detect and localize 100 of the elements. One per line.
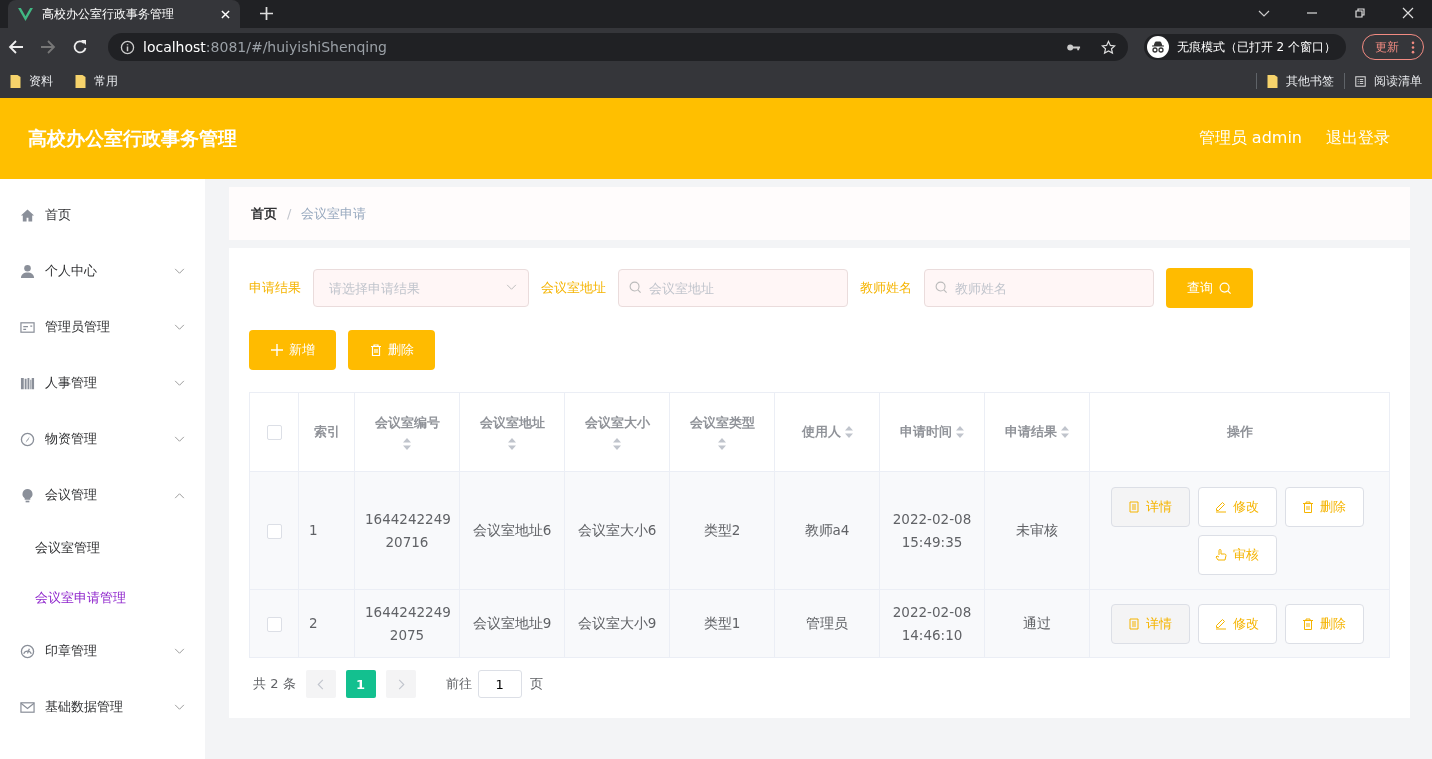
table-cell: 会议室大小6	[577, 522, 657, 538]
column-header: 会议室地址	[459, 392, 565, 472]
hand-icon	[1215, 548, 1227, 561]
page-suffix: 页	[529, 675, 543, 693]
page-input[interactable]: 1	[477, 670, 522, 698]
sort-icon[interactable]	[613, 438, 621, 450]
total-count: 共 2 条	[253, 675, 296, 693]
incognito-icon	[1146, 36, 1169, 58]
column-header: 会议室大小	[564, 392, 670, 472]
mail-icon	[20, 699, 35, 715]
sidebar-item[interactable]: 个人中心	[0, 243, 205, 299]
chevron-down-icon	[174, 267, 185, 275]
table-cell: 会议室地址9	[472, 615, 552, 631]
bulb-icon	[20, 487, 35, 503]
bookmark[interactable]: 其他书签	[1267, 72, 1334, 90]
table-cell: 未审核	[1016, 522, 1058, 538]
reading-list[interactable]: 阅读清单	[1355, 72, 1422, 90]
table-cell: 2022-02-08 14:46:10	[892, 603, 972, 643]
chevron-down-icon	[174, 323, 185, 331]
table-cell: 会议室地址6	[472, 522, 552, 538]
forward-arrow-icon[interactable]	[40, 39, 56, 55]
sort-icon[interactable]	[403, 438, 411, 450]
user-label: 管理员 admin	[1198, 128, 1302, 149]
more-icon[interactable]	[1411, 40, 1415, 54]
checkbox[interactable]	[266, 425, 282, 440]
column-header: 申请时间	[879, 392, 985, 472]
checkbox[interactable]	[266, 523, 282, 539]
back-arrow-icon[interactable]	[8, 39, 24, 55]
compass-icon	[20, 431, 35, 447]
sidebar-subitem[interactable]: 会议室申请管理	[0, 573, 205, 623]
breadcrumb-separator: /	[287, 206, 292, 221]
info-icon	[120, 39, 135, 55]
sort-icon[interactable]	[508, 438, 516, 450]
search-field[interactable]: 教师姓名	[924, 269, 1154, 307]
sidebar-item[interactable]: 物资管理	[0, 411, 205, 467]
table-cell: 2	[309, 615, 318, 631]
sort-icon[interactable]	[844, 426, 853, 438]
sort-icon[interactable]	[718, 438, 726, 450]
pencil-icon	[1215, 500, 1227, 513]
star-icon[interactable]	[1100, 39, 1116, 55]
incognito-badge[interactable]: 无痕模式（已打开 2 个窗口）	[1143, 34, 1346, 60]
chevron-right-icon	[396, 678, 405, 690]
trash-icon	[1302, 500, 1314, 513]
search-icon	[1219, 281, 1232, 295]
checkbox[interactable]	[266, 616, 282, 632]
filter-label: 会议室地址	[541, 279, 606, 297]
list-icon	[1355, 74, 1366, 88]
bookmark[interactable]: 常用	[75, 72, 118, 90]
browser-tab[interactable]: 高校办公室行政事务管理	[8, 0, 240, 28]
sidebar-subitem[interactable]: 会议室管理	[0, 523, 205, 573]
sidebar-item[interactable]: 人事管理	[0, 355, 205, 411]
filter-label: 申请结果	[249, 279, 301, 297]
id-card-icon	[20, 319, 35, 335]
chevron-up-icon	[174, 491, 185, 499]
column-header: 索引	[298, 392, 355, 472]
column-header: 会议室编号	[354, 392, 460, 472]
app-title: 高校办公室行政事务管理	[28, 125, 237, 151]
books-icon	[20, 375, 35, 391]
sort-icon[interactable]	[956, 426, 964, 438]
address-bar[interactable]: localhost:8081/#/huiyishiShenqing	[108, 33, 1128, 61]
search-field[interactable]: 会议室地址	[618, 269, 848, 307]
restore-icon[interactable]	[1354, 7, 1366, 19]
document-icon	[1128, 500, 1140, 513]
trash-icon	[1302, 617, 1314, 630]
filter-label: 教师姓名	[860, 279, 912, 297]
pencil-icon	[1215, 617, 1227, 630]
search-icon	[629, 281, 642, 294]
table-cell: 类型1	[703, 615, 741, 631]
sidebar-item[interactable]: 基础数据管理	[0, 679, 205, 735]
chevron-down-icon	[174, 379, 185, 387]
close-icon[interactable]	[1402, 7, 1414, 19]
column-header: 操作	[1089, 392, 1390, 472]
table-cell: 类型2	[703, 522, 741, 538]
table-cell: 1644242249 2075	[365, 603, 451, 643]
table-cell: 会议室大小9	[577, 615, 657, 631]
select-field[interactable]: 请选择申请结果	[313, 269, 529, 307]
table-cell: 1	[309, 522, 318, 538]
breadcrumb-item[interactable]: 首页	[251, 204, 277, 223]
sidebar-item[interactable]: 会议管理	[0, 467, 205, 523]
sort-icon[interactable]	[1061, 426, 1069, 438]
home-icon	[20, 207, 35, 223]
trash-icon	[369, 344, 382, 356]
folder-icon	[75, 74, 86, 88]
table-cell: 2022-02-08 15:49:35	[892, 510, 972, 550]
chevron-down-icon	[174, 703, 185, 711]
table-cell: 1644242249 20716	[365, 510, 451, 550]
bookmark[interactable]: 资料	[10, 72, 53, 90]
plus-icon[interactable]	[260, 7, 273, 20]
table-cell: 通过	[1023, 615, 1051, 631]
folder-icon	[1267, 74, 1278, 88]
column-header: 使用人	[774, 392, 880, 472]
goto-label: 前往	[445, 675, 472, 693]
sidebar-item[interactable]: 首页	[0, 187, 205, 243]
chevron-down-icon	[506, 284, 517, 291]
sidebar-item[interactable]: 印章管理	[0, 623, 205, 679]
reload-icon[interactable]	[72, 39, 88, 55]
search-icon	[935, 281, 948, 294]
v-logo-icon	[18, 7, 33, 21]
sidebar-item[interactable]: 管理员管理	[0, 299, 205, 355]
column-header: 申请结果	[984, 392, 1090, 472]
